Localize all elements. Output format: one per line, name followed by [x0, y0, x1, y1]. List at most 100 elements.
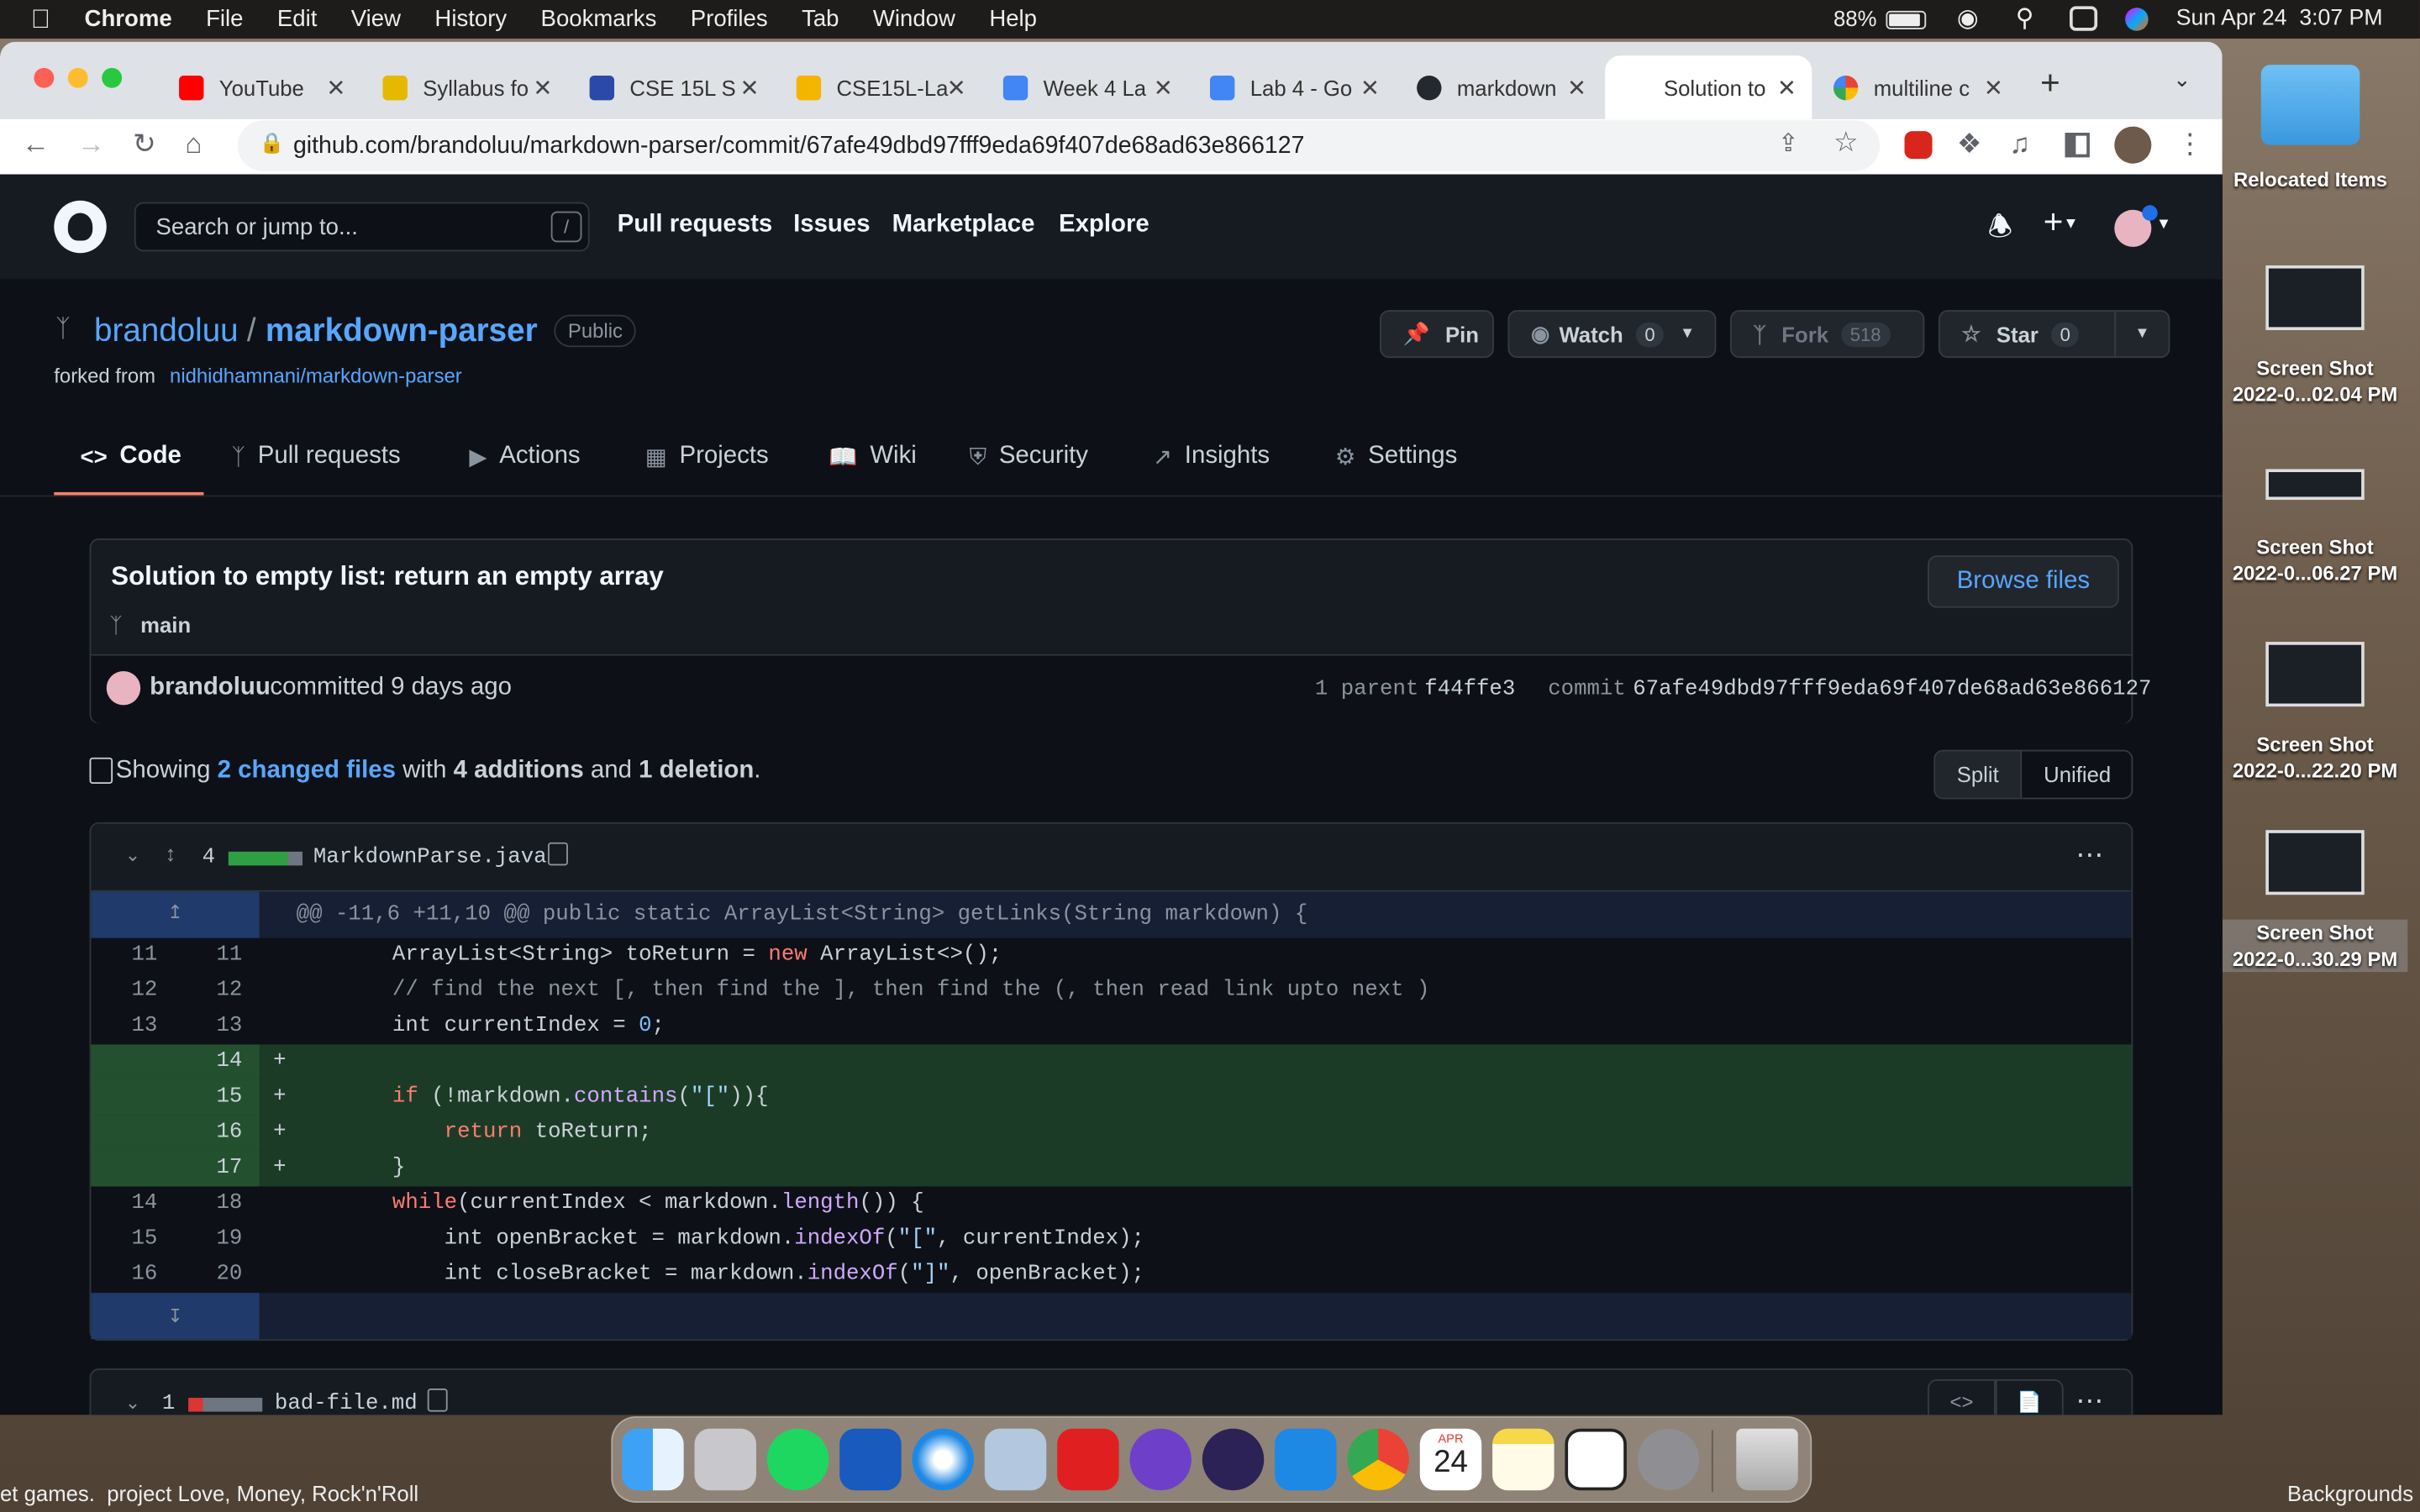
menu-tab[interactable]: Tab	[802, 6, 839, 32]
file-options-kebab-icon[interactable]: ⋯	[2075, 839, 2103, 872]
tab-projects[interactable]: ▦ Projects	[645, 443, 769, 470]
author-link[interactable]: brandoluu	[150, 675, 271, 702]
nav-explore[interactable]: Explore	[1059, 212, 1150, 239]
tab-actions[interactable]: ▶ Actions	[469, 443, 580, 470]
file-options-kebab-icon[interactable]: ⋯	[2075, 1385, 2103, 1415]
close-icon[interactable]: ✕	[947, 74, 966, 102]
file-view-icon[interactable]: 📄	[1995, 1379, 2064, 1415]
close-icon[interactable]: ✕	[1360, 74, 1380, 102]
window-minimize-button[interactable]	[67, 67, 88, 88]
split-view-button[interactable]: Split	[1935, 751, 2023, 798]
tab-search-chevron-icon[interactable]: ⌄	[2173, 66, 2191, 92]
tab-pull-requests[interactable]: ᛉ Pull requests	[232, 443, 401, 470]
file-name[interactable]: MarkdownParse.java	[313, 846, 547, 870]
profile-avatar[interactable]	[2114, 126, 2152, 164]
expand-all-icon[interactable]: ↕	[166, 841, 176, 865]
system-preferences-icon[interactable]	[1637, 1428, 1700, 1491]
old-line-number[interactable]: 13	[96, 1014, 157, 1038]
repo-name-link[interactable]: markdown-parser	[266, 313, 538, 350]
new-line-number[interactable]: 18	[181, 1191, 242, 1215]
siri-icon[interactable]	[2125, 8, 2149, 31]
menu-datetime[interactable]: Sun Apr 24 3:07 PM	[2176, 6, 2383, 30]
nav-issues[interactable]: Issues	[793, 212, 870, 239]
unified-view-button[interactable]: Unified	[2022, 751, 2131, 797]
close-icon[interactable]: ✕	[326, 74, 345, 102]
user-menu-caret-icon[interactable]: ▼	[2156, 216, 2171, 233]
menu-view[interactable]: View	[351, 6, 401, 32]
close-icon[interactable]: ✕	[1777, 74, 1797, 102]
battery-icon[interactable]	[1886, 10, 1927, 29]
menu-bookmarks[interactable]: Bookmarks	[541, 6, 657, 32]
fork-button[interactable]: ᛉ Fork 518	[1729, 310, 1925, 359]
calendar-icon[interactable]: APR 24	[1419, 1428, 1482, 1491]
watch-button[interactable]: ◉ Watch 0 ▼	[1507, 310, 1717, 359]
tab-youtube[interactable]: YouTube ✕	[160, 55, 361, 118]
nav-pull-requests[interactable]: Pull requests	[618, 212, 773, 239]
eclipse-icon[interactable]	[1202, 1428, 1265, 1491]
star-dropdown-chevron-icon[interactable]: ▼	[2114, 312, 2150, 357]
new-line-number[interactable]: 14	[181, 1049, 242, 1074]
side-panel-icon[interactable]	[2065, 132, 2090, 158]
control-center-icon[interactable]	[2070, 6, 2098, 31]
share-icon[interactable]: ⇪	[1778, 128, 1799, 159]
finder-icon[interactable]	[622, 1428, 684, 1491]
desktop-screenshot-1[interactable]: Screen Shot 2022-0...02.04 PM	[2223, 265, 2407, 407]
tab-code[interactable]: <> Code	[81, 443, 182, 470]
close-icon[interactable]: ✕	[533, 74, 552, 102]
close-icon[interactable]: ✕	[740, 74, 760, 102]
new-line-number[interactable]: 17	[181, 1156, 242, 1180]
launchpad-icon[interactable]	[694, 1428, 756, 1491]
trash-icon[interactable]	[1736, 1428, 1798, 1491]
ublock-extension-icon[interactable]	[1904, 131, 1933, 160]
address-bar[interactable]: 🔒 github.com/brandoluu/markdown-parser/c…	[237, 120, 1881, 171]
file-name[interactable]: bad-file.md	[275, 1392, 418, 1415]
menu-app-name[interactable]: Chrome	[85, 6, 172, 32]
reload-icon[interactable]: ↻	[133, 128, 156, 160]
tab-cse15l[interactable]: CSE 15L S ✕	[571, 55, 775, 118]
tab-week4[interactable]: Week 4 La ✕	[985, 55, 1188, 118]
vscode-icon[interactable]	[1275, 1428, 1337, 1491]
new-line-number[interactable]: 16	[181, 1120, 242, 1144]
parent-sha-link[interactable]: f44ffe3	[1424, 677, 1515, 701]
copy-path-icon[interactable]	[548, 842, 568, 866]
browse-files-button[interactable]: Browse files	[1928, 555, 2119, 608]
old-line-number[interactable]: 15	[96, 1226, 157, 1251]
menu-history[interactable]: History	[434, 6, 507, 32]
tab-security[interactable]: ⛨ Security	[969, 443, 1088, 470]
old-line-number[interactable]: 16	[96, 1262, 157, 1286]
pin-button[interactable]: 📌 Pin	[1380, 310, 1494, 359]
tab-markdown[interactable]: markdown ✕	[1398, 55, 1602, 118]
collapse-chevron-icon[interactable]: ⌄	[125, 1392, 140, 1414]
new-line-number[interactable]: 13	[181, 1014, 242, 1038]
word-icon[interactable]	[839, 1428, 902, 1491]
menu-file[interactable]: File	[206, 6, 243, 32]
menu-profiles[interactable]: Profiles	[691, 6, 768, 32]
home-icon[interactable]: ⌂	[185, 128, 202, 160]
tab-cse15l-lab[interactable]: CSE15L-La ✕	[778, 55, 981, 118]
expand-down-icon[interactable]: ↧	[91, 1293, 260, 1340]
safari-icon[interactable]	[912, 1428, 974, 1491]
new-line-number[interactable]: 12	[181, 978, 242, 1002]
spotlight-search-icon[interactable]: ⚲	[2016, 3, 2034, 34]
acrobat-icon[interactable]	[1057, 1428, 1119, 1491]
code-view-icon[interactable]: <>	[1928, 1379, 1996, 1415]
github-logo-icon[interactable]	[54, 200, 107, 254]
new-line-number[interactable]: 11	[181, 942, 242, 967]
forked-from-link[interactable]: nidhidhamnani/markdown-parser	[170, 364, 462, 387]
nav-marketplace[interactable]: Marketplace	[892, 212, 1035, 239]
tab-wiki[interactable]: 📖 Wiki	[829, 443, 917, 470]
new-line-number[interactable]: 19	[181, 1226, 242, 1251]
preview-icon[interactable]	[984, 1428, 1047, 1491]
tab-lab4[interactable]: Lab 4 - Go ✕	[1192, 55, 1395, 118]
global-search-input[interactable]: Search or jump to... /	[134, 202, 590, 252]
menu-window[interactable]: Window	[873, 6, 955, 32]
close-icon[interactable]: ✕	[1567, 74, 1586, 102]
tab-multiline[interactable]: multiline c ✕	[1815, 55, 2018, 118]
desktop-folder-relocated-items[interactable]: Relocated Items	[2228, 65, 2392, 192]
old-line-number[interactable]: 14	[96, 1191, 157, 1215]
menu-help[interactable]: Help	[989, 6, 1037, 32]
window-zoom-button[interactable]	[102, 67, 123, 88]
create-new-plus-icon[interactable]: +▼	[2044, 202, 2079, 243]
desktop-screenshot-4[interactable]: Screen Shot 2022-0...30.29 PM	[2222, 830, 2408, 973]
close-icon[interactable]: ✕	[1984, 74, 2003, 102]
